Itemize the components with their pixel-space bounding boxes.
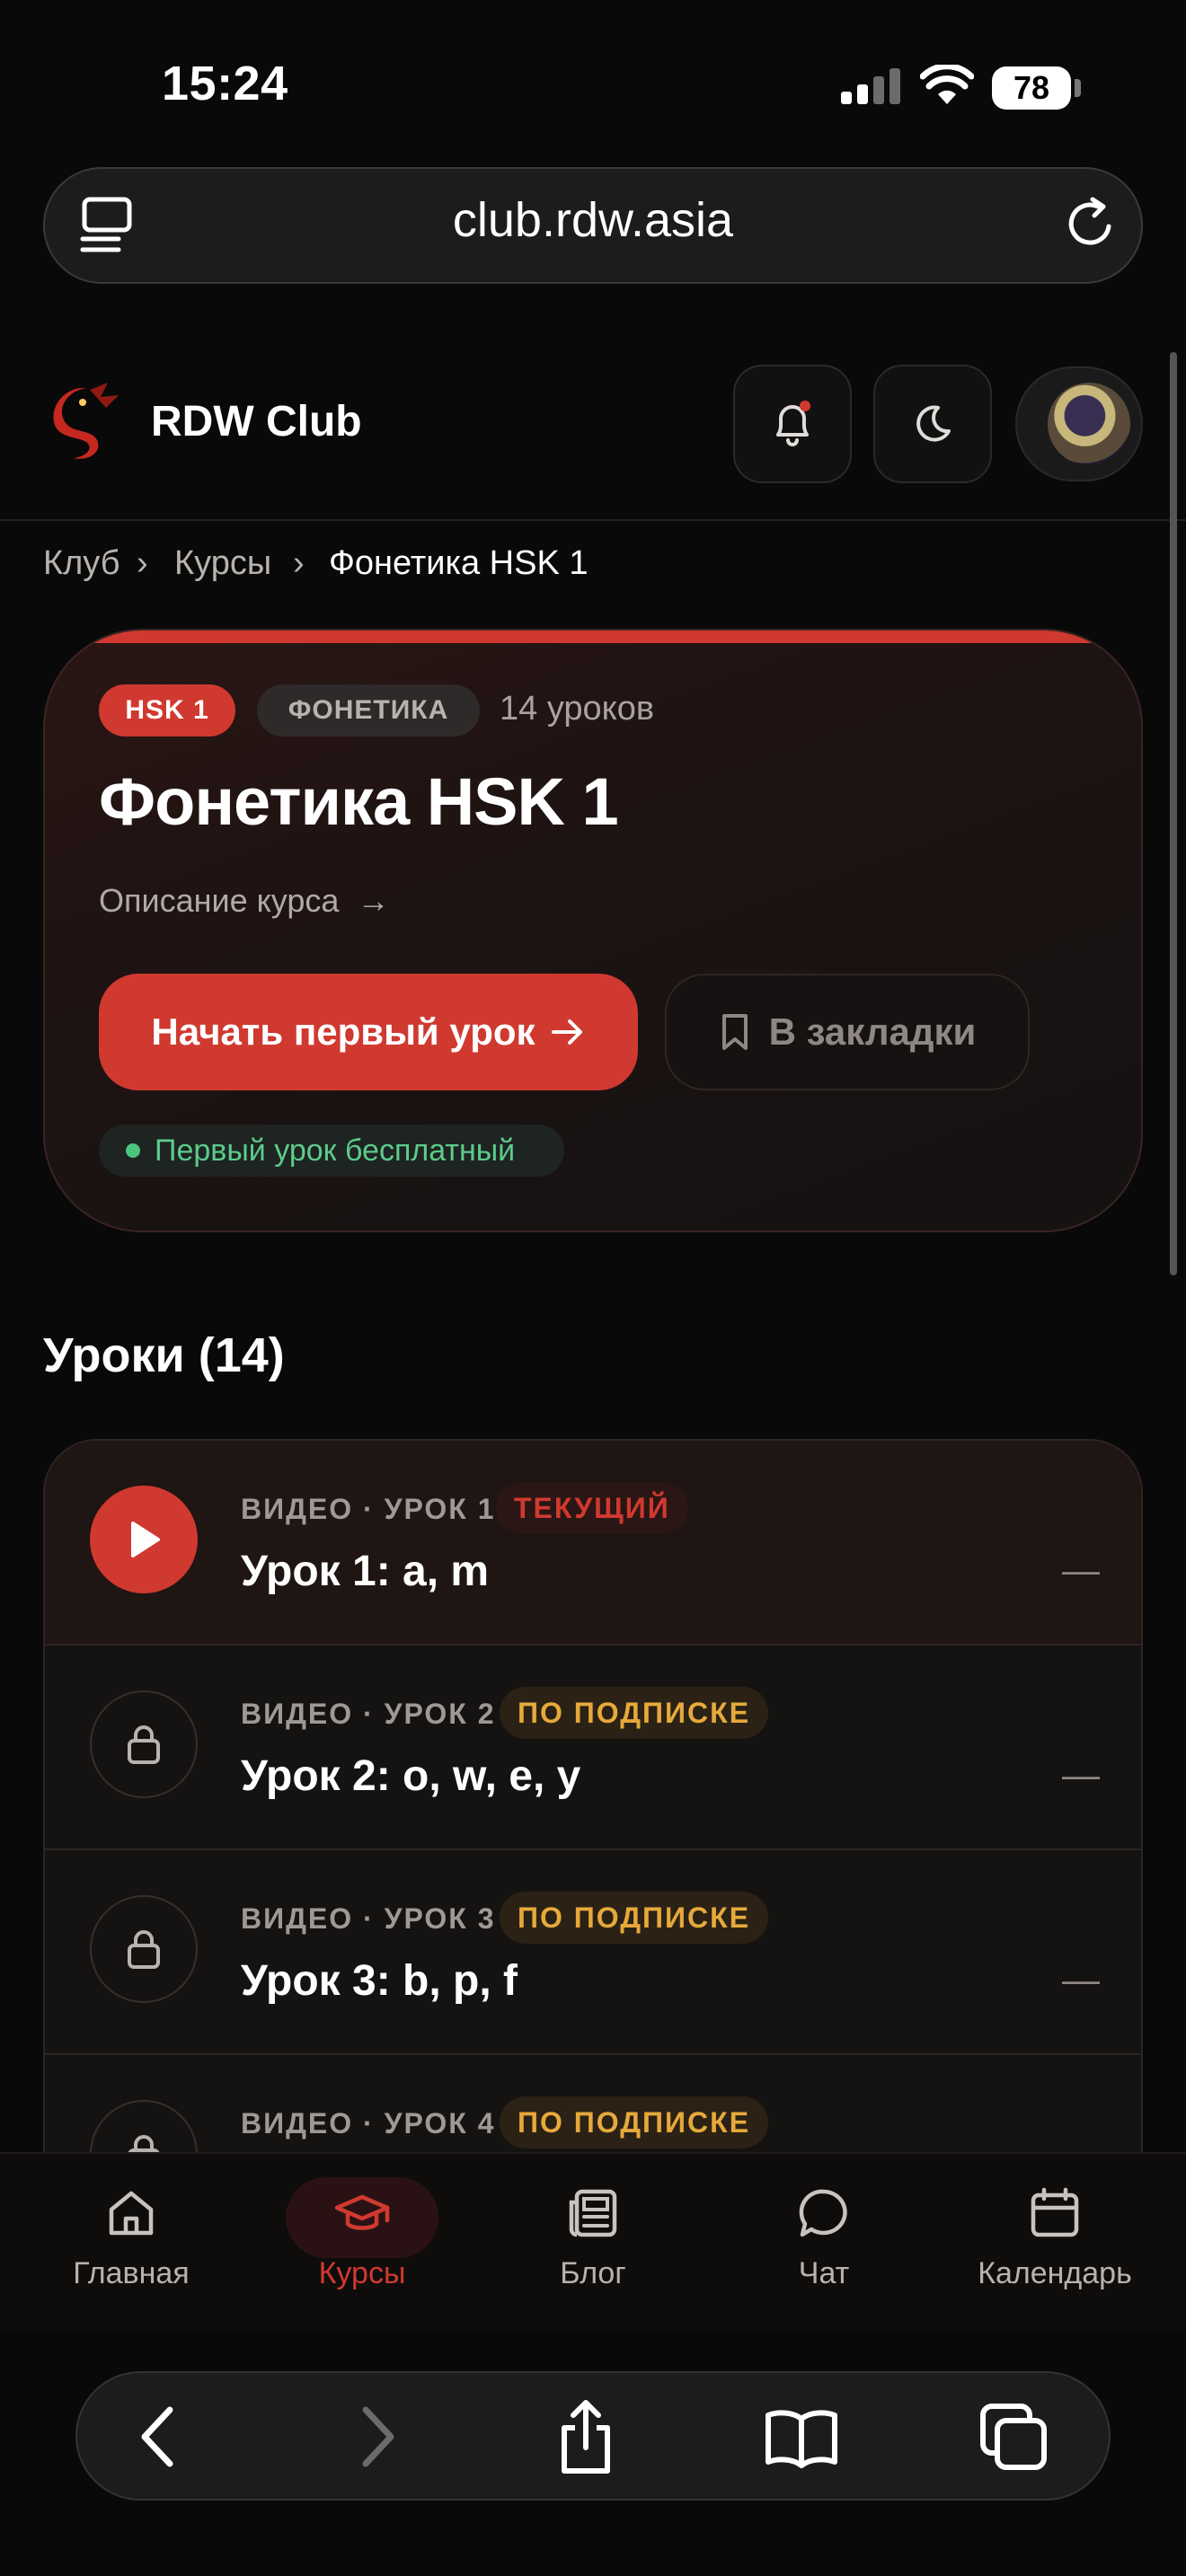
share-icon[interactable]	[541, 2396, 631, 2477]
breadcrumb-courses[interactable]: Курсы	[174, 544, 271, 583]
category-tag: ФОНЕТИКА	[257, 684, 480, 737]
lesson-row-1[interactable]: ВИДЕО · УРОК 1 ТЕКУЩИЙ Урок 1: a, m —	[45, 1441, 1141, 1645]
subscription-badge: ПО ПОДПИСКЕ	[500, 2096, 769, 2148]
subscription-badge: ПО ПОДПИСКЕ	[500, 1892, 769, 1944]
chat-bubble-icon	[799, 2189, 847, 2237]
nav-label: Курсы	[318, 2256, 406, 2290]
subscription-badge: ПО ПОДПИСКЕ	[500, 1687, 769, 1739]
battery-cap	[1075, 79, 1081, 97]
start-first-lesson-button[interactable]: Начать первый урок	[99, 974, 638, 1090]
wifi-icon	[919, 63, 975, 110]
free-lesson-badge: Первый урок бесплатный	[99, 1125, 564, 1177]
nav-label: Чат	[798, 2256, 850, 2290]
lesson-meta: ВИДЕО · УРОК 1	[241, 1493, 496, 1525]
arrow-right-icon: →	[357, 882, 390, 919]
nav-calendar[interactable]: Календарь	[947, 2184, 1163, 2291]
course-description-link[interactable]: Описание курса →	[99, 882, 389, 920]
dragon-logo[interactable]	[47, 381, 126, 472]
bookmark-button[interactable]: В закладки	[665, 974, 1030, 1090]
nav-blog[interactable]: Блог	[485, 2184, 701, 2291]
current-badge: ТЕКУЩИЙ	[496, 1482, 688, 1534]
lessons-section-title: Уроки (14)	[43, 1328, 285, 1382]
theme-toggle-button[interactable]	[873, 365, 992, 483]
course-title: Фонетика HSK 1	[99, 764, 619, 839]
lock-icon	[90, 1895, 198, 2003]
brand-name[interactable]: RDW Club	[151, 397, 362, 446]
header-divider	[0, 519, 1186, 521]
lesson-duration: —	[1062, 1548, 1100, 1591]
nav-courses[interactable]: Курсы	[254, 2184, 470, 2291]
start-button-label: Начать первый урок	[151, 1010, 535, 1053]
home-icon	[109, 2191, 154, 2236]
lessons-count: 14 уроков	[500, 690, 655, 728]
moon-icon	[916, 405, 951, 442]
url-text[interactable]: club.rdw.asia	[0, 192, 1186, 248]
chevron-right-icon: ›	[293, 544, 305, 582]
cellular-signal-icon	[841, 68, 900, 109]
lessons-list: ВИДЕО · УРОК 1 ТЕКУЩИЙ Урок 1: a, m — ВИ…	[43, 1439, 1143, 2211]
description-link-label: Описание курса	[99, 882, 340, 919]
bookmark-button-label: В закладки	[768, 1010, 977, 1053]
lesson-title: Урок 2: o, w, e, y	[241, 1752, 581, 1800]
level-tag: HSK 1	[99, 684, 235, 737]
chevron-right-icon: ›	[137, 544, 148, 582]
play-icon[interactable]	[90, 1486, 198, 1593]
avatar[interactable]	[1048, 383, 1130, 465]
bell-icon	[776, 401, 810, 446]
status-time: 15:24	[162, 57, 288, 110]
bookmarks-book-icon[interactable]	[757, 2396, 846, 2477]
notifications-button[interactable]	[733, 365, 852, 483]
status-dot	[126, 1143, 140, 1158]
card-accent-bar	[45, 631, 1141, 643]
back-icon[interactable]	[113, 2396, 203, 2477]
graduation-cap-icon	[334, 2194, 390, 2230]
lock-icon	[90, 1690, 198, 1798]
lesson-duration: —	[1062, 1753, 1100, 1795]
nav-home[interactable]: Главная	[23, 2184, 239, 2291]
breadcrumb-club[interactable]: Клуб	[43, 544, 120, 583]
lesson-meta: ВИДЕО · УРОК 3	[241, 1902, 496, 1935]
scrollbar[interactable]	[1170, 352, 1177, 1275]
breadcrumb-current: Фонетика HSK 1	[329, 544, 589, 582]
lesson-row-3[interactable]: ВИДЕО · УРОК 3 ПО ПОДПИСКЕ Урок 3: b, p,…	[45, 1850, 1141, 2055]
nav-label: Главная	[73, 2256, 190, 2290]
battery-indicator: 78	[992, 66, 1071, 110]
lesson-row-2[interactable]: ВИДЕО · УРОК 2 ПО ПОДПИСКЕ Урок 2: o, w,…	[45, 1645, 1141, 1850]
lesson-meta: ВИДЕО · УРОК 4	[241, 2107, 496, 2139]
newspaper-icon	[569, 2189, 617, 2237]
lesson-meta: ВИДЕО · УРОК 2	[241, 1698, 496, 1730]
nav-chat[interactable]: Чат	[716, 2184, 932, 2291]
arrow-right-icon	[551, 1019, 582, 1045]
reload-icon[interactable]	[1062, 194, 1121, 258]
free-lesson-label: Первый урок бесплатный	[155, 1133, 516, 1168]
forward-icon[interactable]	[332, 2396, 422, 2477]
bookmark-icon	[721, 1014, 748, 1050]
lesson-title: Урок 1: a, m	[241, 1548, 490, 1595]
lesson-duration: —	[1062, 1958, 1100, 2000]
nav-label: Блог	[560, 2256, 626, 2290]
lesson-title: Урок 3: b, p, f	[241, 1957, 518, 2005]
tabs-icon[interactable]	[969, 2396, 1058, 2477]
calendar-icon	[1031, 2187, 1079, 2237]
nav-label: Календарь	[978, 2256, 1132, 2290]
